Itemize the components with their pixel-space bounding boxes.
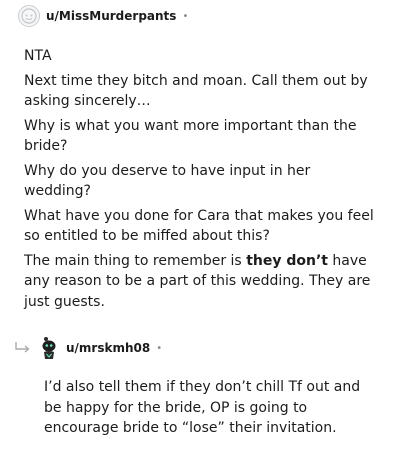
comment-header: u/MissMurderpants •	[18, 5, 188, 27]
comment-paragraph: Why do you deserve to have input in her …	[24, 162, 311, 200]
comment-paragraph: Why is what you want more important than…	[24, 117, 357, 155]
comment-paragraph: The main thing to remember is they don’t…	[24, 251, 379, 313]
comment-paragraph: Next time they bitch and moan. Call them…	[24, 72, 368, 110]
separator-dot: •	[182, 10, 189, 22]
comment-paragraph: I’d also tell them if they don’t chill T…	[44, 379, 361, 436]
reply-header: u/mrskmh08 •	[38, 336, 162, 360]
text-segment: The main thing to remember is	[24, 252, 247, 269]
separator-dot: •	[156, 342, 163, 354]
username[interactable]: u/MissMurderpants	[46, 9, 176, 23]
snoo-avatar-placeholder-icon	[21, 8, 37, 24]
username[interactable]: u/mrskmh08	[66, 341, 150, 355]
reply-arrow-icon	[15, 342, 30, 353]
bold-text: they don’t	[246, 252, 328, 269]
reply-body: I’d also tell them if they don’t chill T…	[44, 377, 374, 443]
snoo-avatar-icon	[42, 337, 56, 359]
comment-paragraph: What have you done for Cara that makes y…	[24, 207, 374, 245]
comment-paragraph: NTA	[24, 48, 52, 64]
avatar[interactable]	[18, 5, 40, 27]
comment-body: NTA Next time they bitch and moan. Call …	[24, 46, 379, 316]
avatar[interactable]	[38, 336, 60, 360]
